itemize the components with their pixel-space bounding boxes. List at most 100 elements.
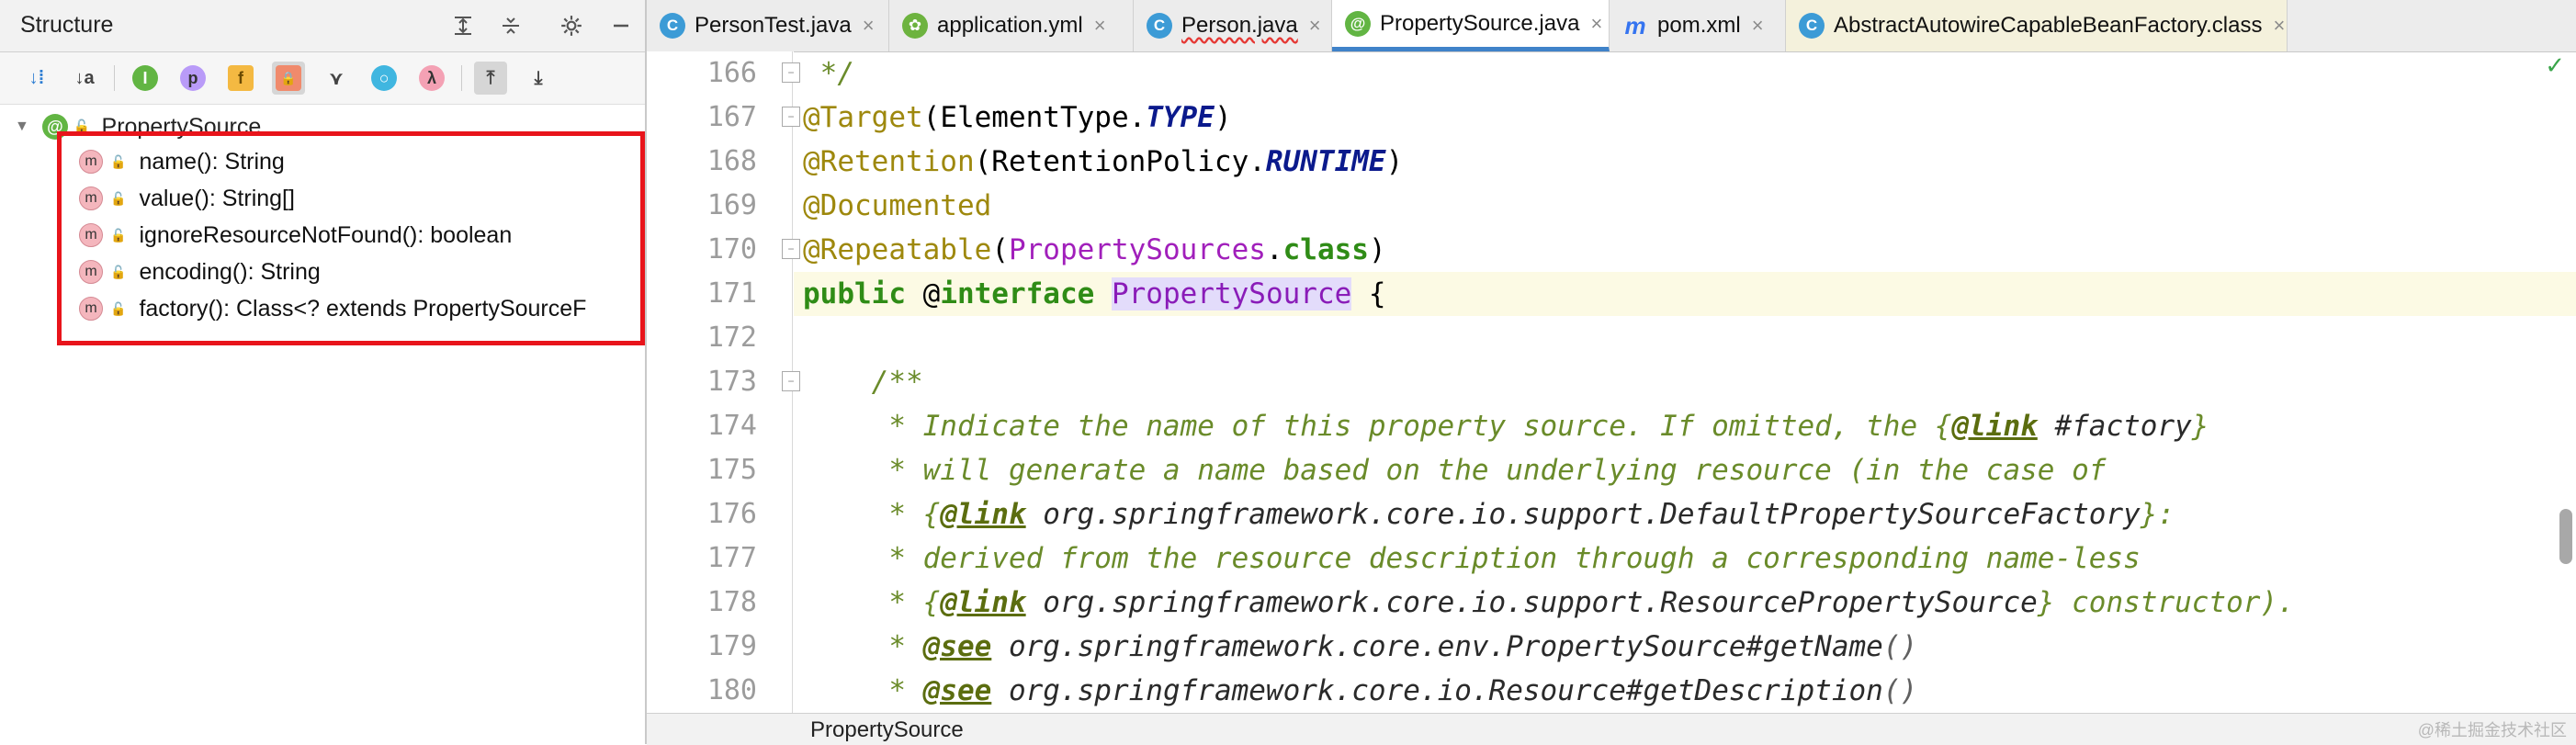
tree-item-label: value(): String[] xyxy=(139,185,295,211)
sort-by-visibility-button[interactable]: ↓⁞ xyxy=(20,62,53,95)
unlock-icon: 🔓 xyxy=(73,119,91,135)
tab-persontest[interactable]: C PersonTest.java × xyxy=(647,0,889,51)
tab-abstractautowire-class[interactable]: C AbstractAutowireCapableBeanFactory.cla… xyxy=(1786,0,2288,51)
fold-marker-icon[interactable]: − xyxy=(782,107,800,127)
code-line: * derived from the resource description … xyxy=(803,542,2141,575)
fold-marker-icon[interactable]: − xyxy=(782,62,800,83)
unlock-icon: 🔓 xyxy=(110,264,127,279)
gear-icon[interactable] xyxy=(555,9,588,42)
tab-pom-xml[interactable]: m pom.xml × xyxy=(1610,0,1786,51)
show-lambdas-toggle[interactable]: ○ xyxy=(367,62,401,95)
code-line: * {@link org.springframework.core.io.sup… xyxy=(803,586,2295,619)
show-anonymous-button[interactable]: ⋎ xyxy=(320,62,353,95)
structure-toolbar: ↓⁞ ↓a I p f 🔒 ⋎ ○ λ ⤒ ⤓ xyxy=(0,52,645,105)
method-icon: m xyxy=(79,297,103,321)
code-line: * will generate a name based on the unde… xyxy=(803,454,2107,487)
method-icon: m xyxy=(79,223,103,247)
show-lambdas-button[interactable]: λ xyxy=(415,62,448,95)
property-icon: p xyxy=(180,65,206,91)
line-number: 173 xyxy=(706,366,757,398)
show-non-public-button[interactable]: 🔒 xyxy=(272,62,305,95)
tab-person-java[interactable]: C Person.java × xyxy=(1134,0,1332,51)
maven-icon: m xyxy=(1624,11,1646,40)
class-icon: C xyxy=(660,13,685,39)
unlock-icon: 🔓 xyxy=(110,300,127,316)
line-number: 172 xyxy=(706,322,757,354)
line-number: 171 xyxy=(706,277,757,310)
tab-label: PropertySource.java xyxy=(1380,10,1580,36)
show-properties-button[interactable]: p xyxy=(176,62,209,95)
close-icon[interactable]: × xyxy=(1590,12,1602,36)
close-icon[interactable]: × xyxy=(1752,14,1764,38)
fold-marker-icon[interactable]: − xyxy=(782,239,800,259)
tab-application-yml[interactable]: ✿ application.yml × xyxy=(889,0,1134,51)
line-number: 167 xyxy=(706,101,757,133)
watermark: @稀土掘金技术社区 xyxy=(2417,721,2567,739)
minimize-icon[interactable] xyxy=(604,9,638,42)
expand-triangle-icon[interactable]: ▼ xyxy=(15,119,29,135)
line-number: 175 xyxy=(706,454,757,486)
unlock-icon: 🔓 xyxy=(110,153,127,169)
spring-leaf-icon: ✿ xyxy=(902,13,928,39)
close-icon[interactable]: × xyxy=(1094,14,1106,38)
unlock-icon: 🔓 xyxy=(110,227,127,243)
tab-label: Person.java xyxy=(1181,13,1298,38)
structure-panel-header: Structure xyxy=(0,0,645,52)
code-line: * Indicate the name of this property sou… xyxy=(803,410,2209,443)
tree-root-label: PropertySource xyxy=(101,113,262,140)
code-line: /** xyxy=(803,366,923,399)
tree-item[interactable]: m 🔓 factory(): Class<? extends PropertyS… xyxy=(79,290,643,327)
tree-item[interactable]: m 🔓 ignoreResourceNotFound(): boolean xyxy=(79,217,512,254)
tab-propertysource-java[interactable]: @ PropertySource.java × xyxy=(1332,0,1610,51)
tree-item[interactable]: m 🔓 name(): String xyxy=(79,143,285,180)
panel-title: Structure xyxy=(20,12,114,38)
show-inherited-button[interactable]: I xyxy=(129,62,162,95)
breadcrumb-bar: PropertySource @稀土掘金技术社区 xyxy=(647,713,2576,745)
close-icon[interactable]: × xyxy=(2273,14,2285,38)
lambda-icon: λ xyxy=(419,65,445,91)
field-icon: f xyxy=(228,65,254,91)
analysis-ok-icon: ✓ xyxy=(2545,51,2565,79)
code-line: * @see org.springframework.core.env.Prop… xyxy=(803,630,1918,663)
tab-label: PersonTest.java xyxy=(695,13,852,38)
line-number: 176 xyxy=(706,498,757,530)
code-line: public @interface PropertySource { xyxy=(803,277,1386,310)
class-file-icon: C xyxy=(1799,13,1825,39)
tree-root[interactable]: ▼ @ 🔓 PropertySource xyxy=(15,110,261,143)
autoscroll-to-source-button[interactable]: ⤒ xyxy=(474,62,507,95)
code-line: @Documented xyxy=(803,189,992,222)
fold-marker-icon[interactable]: − xyxy=(782,371,800,391)
close-icon[interactable]: × xyxy=(863,14,875,38)
tab-label: application.yml xyxy=(937,13,1083,38)
tree-item-label: encoding(): String xyxy=(139,258,321,285)
annotation-icon: @ xyxy=(1345,10,1371,37)
inherited-icon: I xyxy=(132,65,158,91)
line-number: 170 xyxy=(706,233,757,265)
code-line: * {@link org.springframework.core.io.sup… xyxy=(803,498,2175,531)
highlighted-identifier: PropertySource xyxy=(1111,277,1352,310)
collapse-all-icon[interactable] xyxy=(494,9,527,42)
lock-icon: 🔒 xyxy=(276,65,301,91)
show-fields-button[interactable]: f xyxy=(224,62,257,95)
autoscroll-from-source-button[interactable]: ⤓ xyxy=(522,62,555,95)
annotation-icon: @ xyxy=(41,114,68,140)
method-icon: m xyxy=(79,150,103,174)
line-number: 177 xyxy=(706,542,757,574)
code-line: */ xyxy=(803,57,854,90)
line-number: 174 xyxy=(706,410,757,442)
expand-all-icon[interactable] xyxy=(446,9,480,42)
structure-panel: Structure ↓⁞ ↓a I p f 🔒 ⋎ ○ λ ⤒ ⤓ ▼ @ 🔓 … xyxy=(0,0,647,744)
code-line: @Target(ElementType.TYPE) xyxy=(803,101,1232,134)
tree-item[interactable]: m 🔓 value(): String[] xyxy=(79,180,295,217)
sort-alphabetically-button[interactable]: ↓a xyxy=(68,62,101,95)
line-number: 169 xyxy=(706,189,757,221)
close-icon[interactable]: × xyxy=(1309,14,1321,38)
circle-icon: ○ xyxy=(371,65,397,91)
code-line: * @see org.springframework.core.io.Resou… xyxy=(803,674,1918,707)
code-line: @Retention(RetentionPolicy.RUNTIME) xyxy=(803,145,1404,178)
editor-scrollbar-thumb[interactable] xyxy=(2559,509,2572,564)
tree-item[interactable]: m 🔓 encoding(): String xyxy=(79,254,321,290)
breadcrumb[interactable]: PropertySource xyxy=(810,717,964,743)
method-icon: m xyxy=(79,260,103,284)
editor-tabbar: C PersonTest.java × ✿ application.yml × … xyxy=(647,0,2576,52)
